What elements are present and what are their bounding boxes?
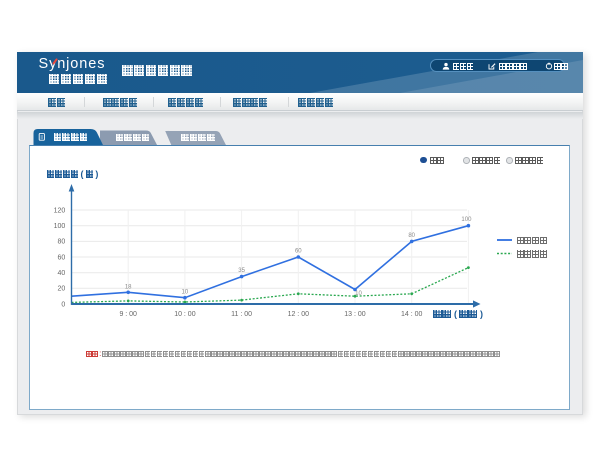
svg-text:80: 80 [58,239,66,246]
svg-text:40: 40 [58,270,66,277]
svg-text:18: 18 [125,284,132,290]
svg-text:35: 35 [238,268,245,274]
svg-text:80: 80 [408,233,415,239]
svg-text:10: 10 [355,291,362,297]
svg-text:10: 10 [182,290,189,296]
svg-text:14 : 00: 14 : 00 [401,311,423,318]
svg-text:12 : 00: 12 : 00 [288,311,310,318]
svg-text:13 : 00: 13 : 00 [344,311,366,318]
svg-text:20: 20 [58,286,66,293]
svg-text:9 : 00: 9 : 00 [119,311,137,318]
svg-text:100: 100 [461,217,472,223]
svg-text:0: 0 [61,301,65,308]
svg-text:11 : 00: 11 : 00 [231,311,252,318]
svg-text:10 : 00: 10 : 00 [174,311,196,318]
svg-text:100: 100 [54,223,66,230]
svg-text:60: 60 [58,254,66,261]
svg-text:120: 120 [54,207,66,214]
svg-text:60: 60 [295,249,302,255]
